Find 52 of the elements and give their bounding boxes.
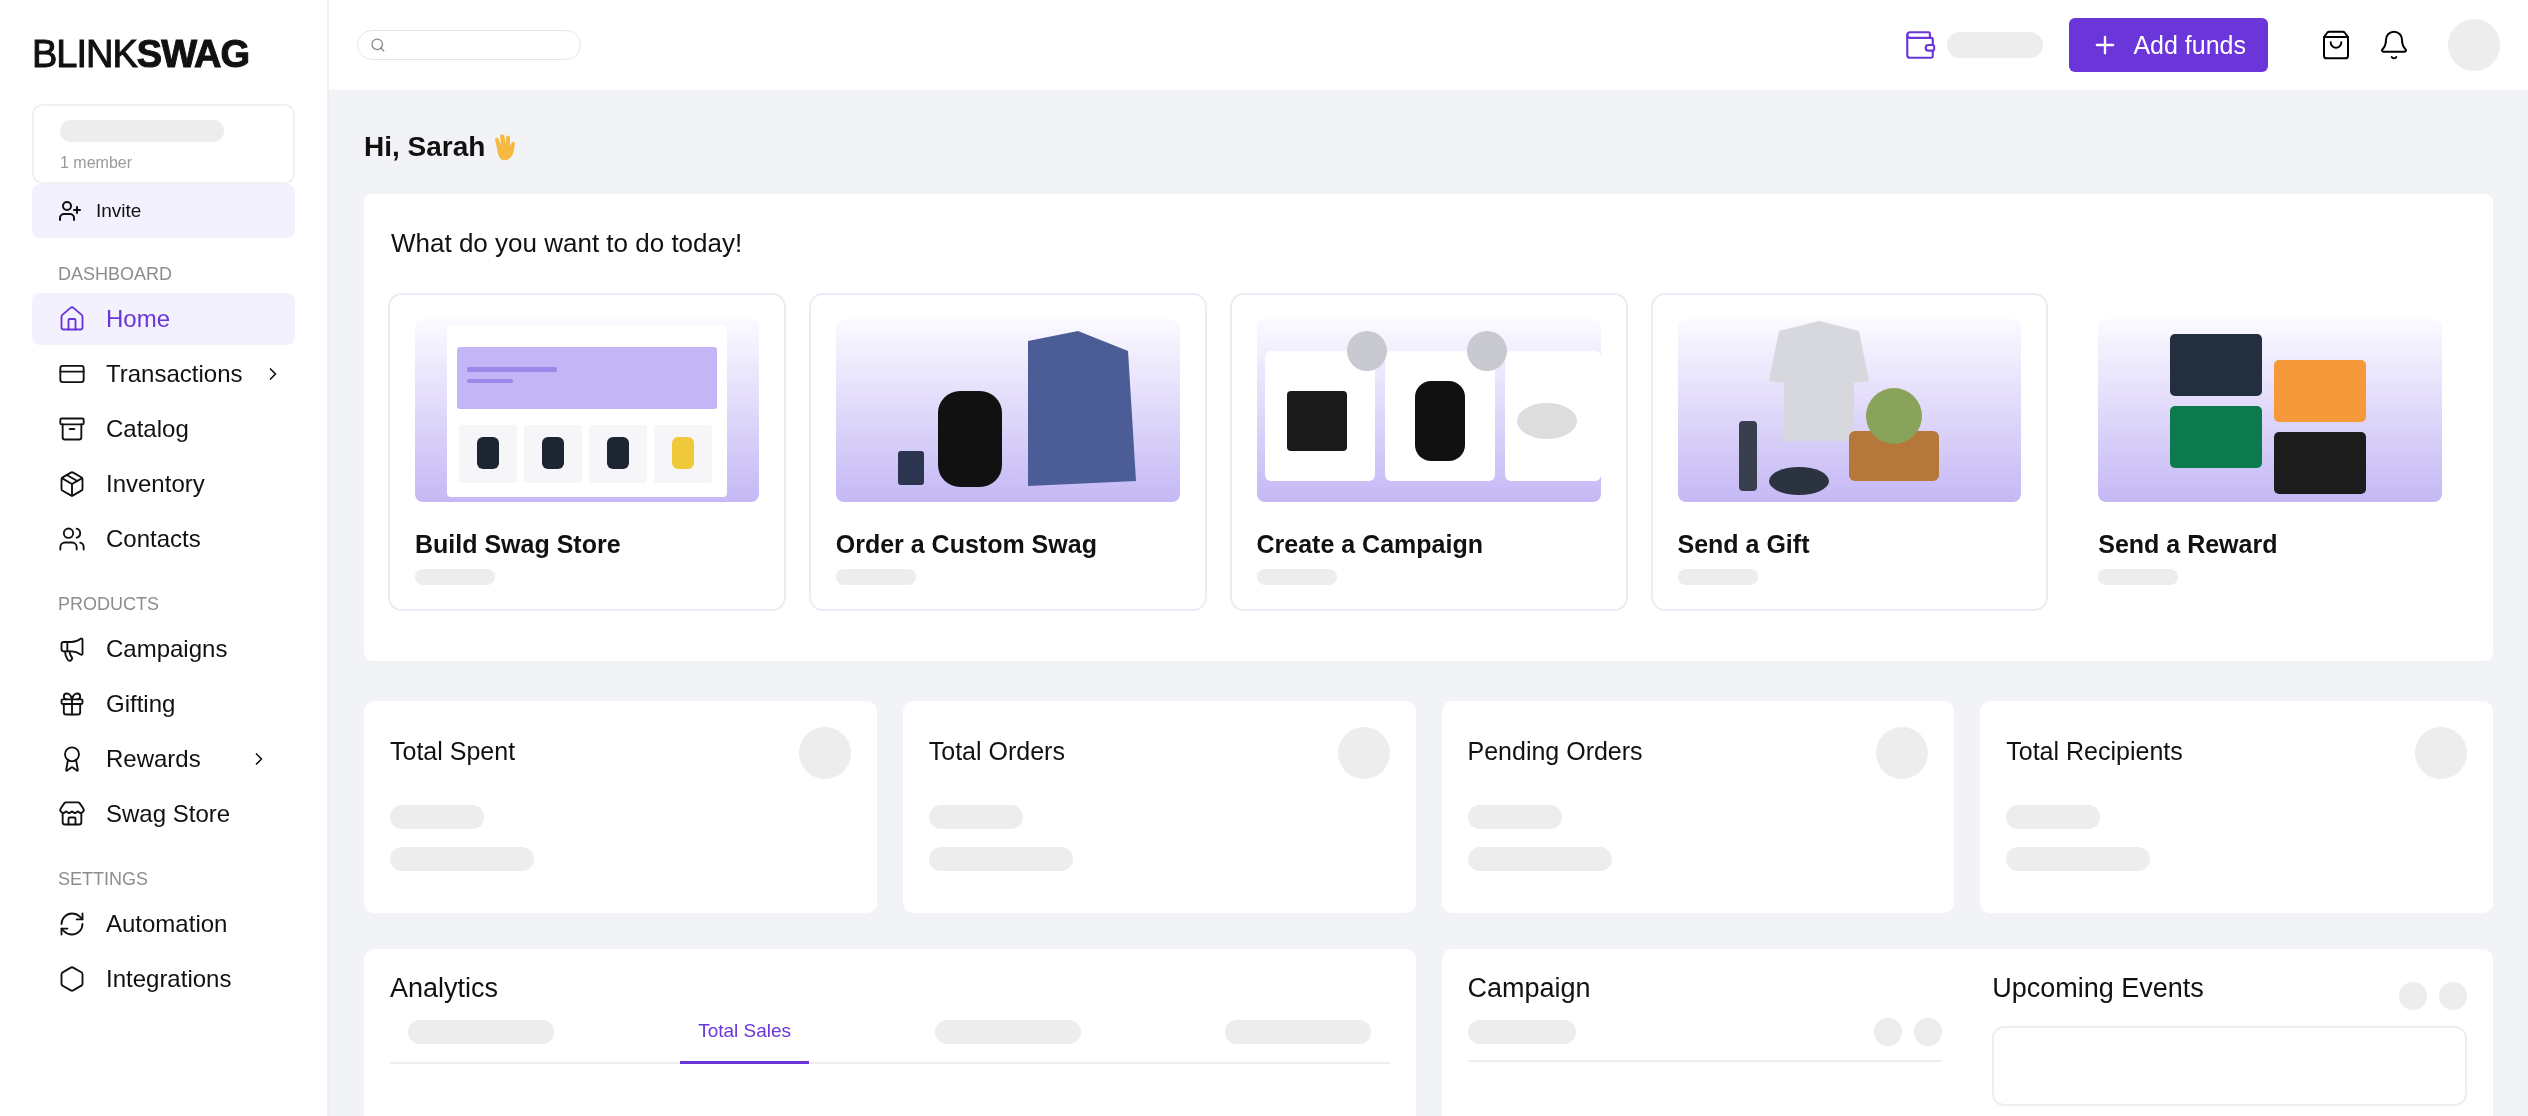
stat-title: Pending Orders bbox=[1467, 737, 1643, 766]
notification-bell-icon[interactable] bbox=[2378, 29, 2410, 61]
nav-item[interactable]: Transactions bbox=[32, 348, 295, 400]
box-icon bbox=[58, 415, 86, 443]
stat-title: Total Orders bbox=[928, 737, 1065, 766]
panel-title: What do you want to do today! bbox=[391, 228, 744, 259]
nav-item[interactable]: Gifting bbox=[32, 678, 295, 730]
card-title: Build Swag Store bbox=[415, 530, 622, 559]
shopping-bag-icon[interactable] bbox=[2320, 29, 2352, 61]
section-heading: SETTINGS bbox=[58, 869, 149, 890]
action-card[interactable]: Send a Gift bbox=[1650, 293, 2049, 611]
card-title: Order a Custom Swag bbox=[835, 530, 1098, 559]
section-heading: PRODUCTS bbox=[58, 594, 160, 615]
add-funds-button[interactable]: Add funds bbox=[2069, 18, 2268, 72]
nav-item[interactable]: Home bbox=[32, 293, 295, 345]
card-title: Send a Reward bbox=[2098, 530, 2279, 559]
nav-item[interactable]: Campaigns bbox=[32, 623, 295, 675]
people-icon bbox=[58, 525, 86, 553]
card-title: Upcoming Events bbox=[1992, 973, 2204, 1004]
search-icon bbox=[370, 36, 386, 54]
card-title: Create a Campaign bbox=[1256, 530, 1484, 559]
home-icon bbox=[58, 305, 86, 333]
wallet-icon[interactable] bbox=[1903, 28, 1938, 62]
megaphone-icon bbox=[58, 635, 86, 663]
user-plus-icon bbox=[58, 199, 82, 223]
cube-icon bbox=[58, 470, 86, 498]
member-count: 1 member bbox=[60, 154, 134, 172]
nav-item[interactable]: Rewards bbox=[32, 733, 295, 785]
invite-button[interactable]: Invite bbox=[32, 184, 295, 238]
nav-item[interactable]: Swag Store bbox=[32, 788, 295, 840]
action-card[interactable]: Send a Reward bbox=[2071, 293, 2469, 611]
card-title: Analytics bbox=[390, 973, 500, 1004]
card-title: Send a Gift bbox=[1677, 530, 1811, 559]
nav-item[interactable]: Contacts bbox=[32, 513, 295, 565]
store-icon bbox=[58, 800, 86, 828]
nav-item[interactable]: Catalog bbox=[32, 403, 295, 455]
action-card[interactable]: Create a Campaign bbox=[1229, 293, 1628, 611]
nav-item[interactable]: Integrations bbox=[32, 953, 295, 1005]
stat-title: Total Recipients bbox=[2006, 737, 2183, 766]
section-heading: DASHBOARD bbox=[58, 264, 174, 285]
action-card[interactable]: Build Swag Store bbox=[388, 293, 786, 611]
refresh-icon bbox=[58, 910, 86, 938]
card-title: Campaign bbox=[1467, 973, 1592, 1004]
action-card[interactable]: Order a Custom Swag bbox=[808, 293, 1207, 611]
hexagon-icon bbox=[58, 965, 86, 993]
nav-item[interactable]: Inventory bbox=[32, 458, 295, 510]
stat-title: Total Spent bbox=[390, 737, 516, 766]
greeting: Hi, Sarah bbox=[364, 131, 486, 163]
gift-icon bbox=[58, 690, 86, 718]
blink-swag-logo[interactable]: BLINKSWAG bbox=[32, 32, 295, 76]
nav-item[interactable]: Automation bbox=[32, 898, 295, 950]
tab[interactable]: Total Sales bbox=[680, 1018, 810, 1064]
